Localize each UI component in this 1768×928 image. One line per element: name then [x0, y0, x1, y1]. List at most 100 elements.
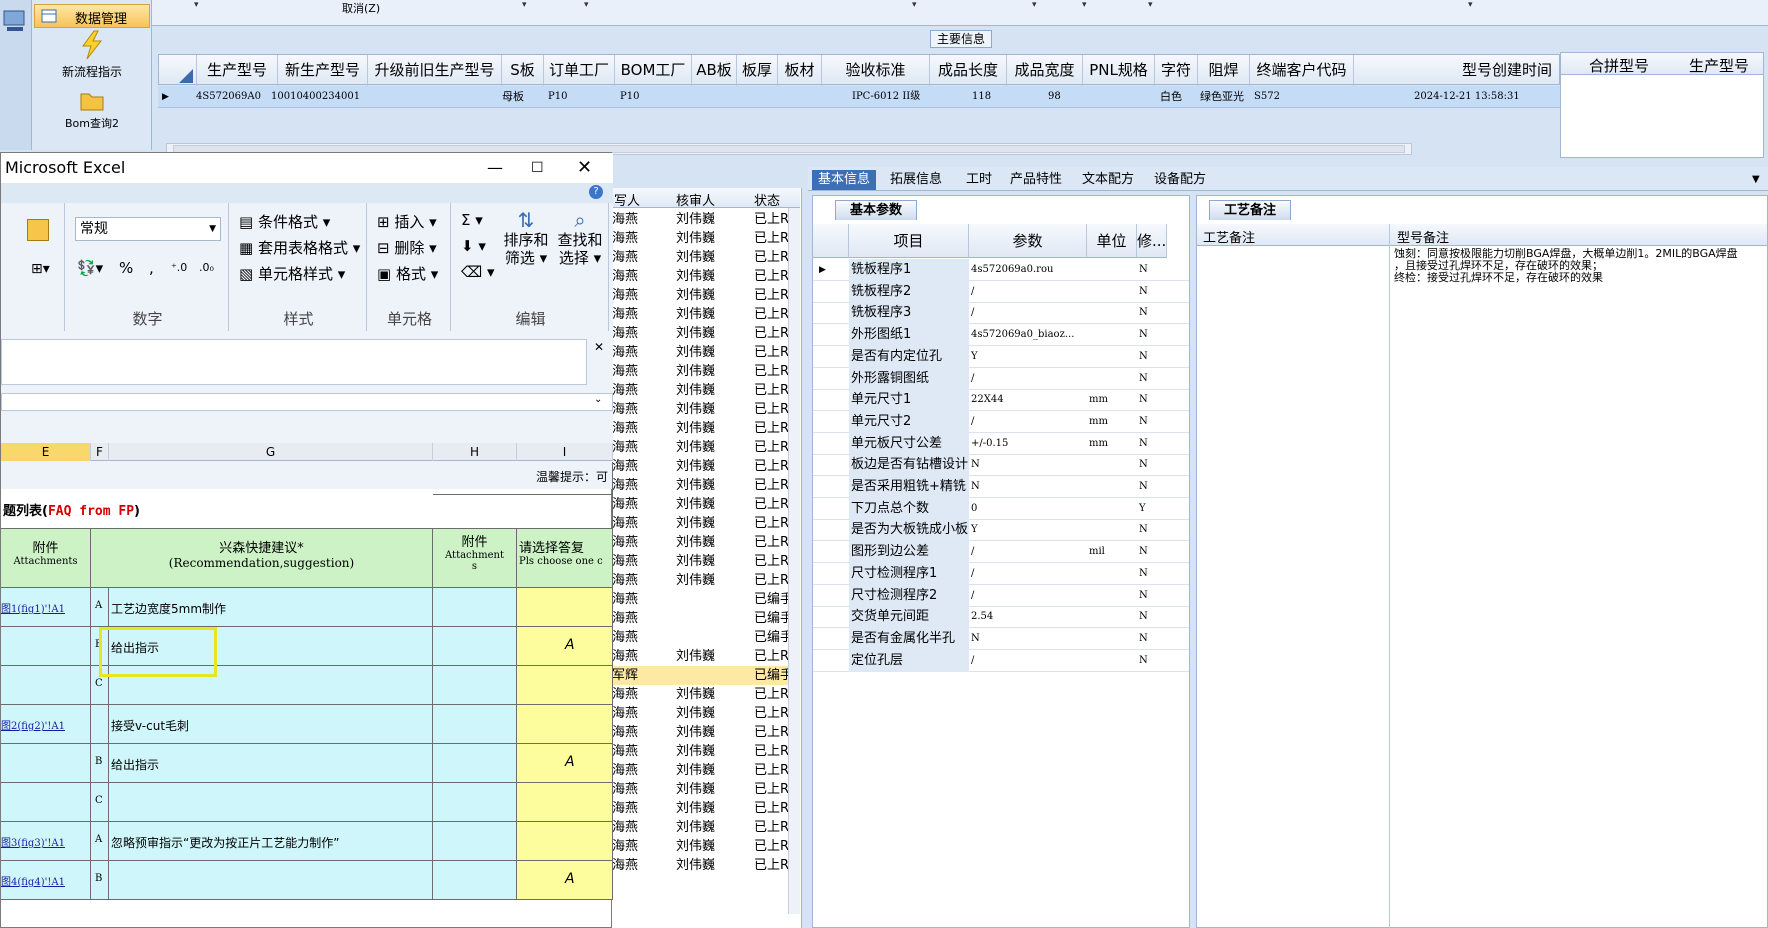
model-note-text[interactable]: 蚀刻：同意按极限能力切削BGA焊盘，大概单边削1。2MIL的BGA焊盘 ，且接受…	[1394, 248, 1764, 284]
conditional-format-button[interactable]: ▤ 条件格式 ▾	[239, 211, 330, 232]
param-item[interactable]: 单元尺寸1	[849, 389, 969, 412]
param-row[interactable]: 尺寸检测程序1/ N	[813, 562, 1189, 585]
params-col-value[interactable]: 参数	[969, 224, 1087, 258]
header-attach[interactable]: 附件 Attachments	[1, 529, 91, 588]
params-col-unit[interactable]: 单位	[1087, 224, 1137, 258]
param-value[interactable]: 2.54	[969, 606, 1087, 628]
list-item[interactable]: 海燕 刘伟巍 已上R	[612, 647, 790, 666]
list-item[interactable]: 海燕 刘伟巍 已上R	[612, 742, 790, 761]
list-item[interactable]: 海燕 刘伟巍 已上R	[612, 552, 790, 571]
dropdown-arrow-icon[interactable]: ▾	[194, 0, 199, 10]
list-item[interactable]: 海燕 刘伟巍 已上R	[612, 286, 790, 305]
nav-bom-query[interactable]: Bom查询2	[34, 88, 150, 138]
col-s-board[interactable]: S板	[502, 55, 544, 86]
fig-link[interactable]: 图3(fig3)'!A1	[1, 834, 65, 849]
list-item[interactable]: 海燕 刘伟巍 已上R	[612, 856, 790, 875]
params-col-item[interactable]: 项目	[849, 224, 969, 258]
cell-new-model[interactable]: 10010400234001	[271, 86, 360, 108]
cell-style-button[interactable]: ▧ 单元格样式 ▾	[239, 263, 345, 284]
col-bom-factory[interactable]: BOM工厂	[615, 55, 692, 86]
list-col-status[interactable]: 状态	[754, 190, 780, 209]
param-item[interactable]: 单元板尺寸公差	[849, 432, 969, 455]
param-value[interactable]: /	[969, 368, 1087, 390]
list-item[interactable]: 海燕 刘伟巍 已上R	[612, 381, 790, 400]
param-item[interactable]: 外形图纸1	[849, 324, 969, 347]
col-order-factory[interactable]: 订单工厂	[544, 55, 615, 86]
attach2-cell[interactable]	[433, 822, 517, 861]
param-item[interactable]: 图形到边公差	[849, 541, 969, 564]
param-item[interactable]: 是否有金属化半孔	[849, 627, 969, 650]
dropdown-arrow-icon[interactable]: ▾	[1468, 0, 1473, 10]
subtab-basic-params[interactable]: 基本参数	[835, 200, 918, 220]
param-unit[interactable]	[1087, 519, 1137, 541]
list-item[interactable]: 海燕 刘伟巍 已上R	[612, 400, 790, 419]
close-icon[interactable]: ✕	[577, 153, 592, 183]
fig-link[interactable]: 图4(fig4)'!A1	[1, 873, 65, 888]
param-value[interactable]: /	[969, 302, 1087, 324]
list-item[interactable]: 海燕 刘伟巍 已上R	[612, 305, 790, 324]
param-item[interactable]: 是否有内定位孔	[849, 345, 969, 368]
param-value[interactable]: N	[969, 454, 1087, 476]
param-item[interactable]: 铣板程序1	[849, 259, 969, 281]
list-item[interactable]: 海燕 刘伟巍 已上R	[612, 419, 790, 438]
tab-extend-info[interactable]: 拓展信息	[884, 170, 948, 190]
list-item[interactable]: 海燕 刘伟巍 已上R	[612, 685, 790, 704]
param-mod[interactable]: N	[1137, 541, 1167, 563]
list-item[interactable]: 海燕 已编手	[612, 628, 790, 647]
param-value[interactable]: Y	[969, 519, 1087, 541]
param-unit[interactable]: mm	[1087, 411, 1137, 433]
cancel-button[interactable]: 取消(Z)	[342, 0, 380, 16]
sheet-title[interactable]: 题列表(FAQ from FP)	[1, 495, 613, 529]
param-row[interactable]: 下刀点总个数 0 Y	[813, 497, 1189, 520]
list-item[interactable]: 海燕 刘伟巍 已上R	[612, 476, 790, 495]
param-mod[interactable]: N	[1137, 628, 1167, 650]
param-row[interactable]: 单元板尺寸公差 +/-0.15 mm N	[813, 432, 1189, 455]
nav-data-mgmt[interactable]: 数据管理	[34, 4, 150, 28]
currency-icon[interactable]: 💱▾	[77, 259, 103, 277]
col-old-model[interactable]: 升级前旧生产型号	[368, 55, 502, 86]
vertical-scrollbar[interactable]	[788, 208, 800, 914]
param-row[interactable]: 板边是否有钻槽设计 N N	[813, 454, 1189, 477]
col-ab-board[interactable]: AB板	[692, 55, 737, 86]
param-item[interactable]: 铣板程序2	[849, 280, 969, 303]
answer-cell[interactable]	[517, 666, 613, 705]
close-formula-icon[interactable]: ✕	[594, 340, 604, 354]
col-prod-model[interactable]: 生产型号	[197, 55, 278, 86]
dropdown-arrow-icon[interactable]: ▾	[1082, 0, 1087, 10]
list-item[interactable]: 海燕 刘伟巍 已上R	[612, 495, 790, 514]
cell-s-board[interactable]: 母板	[502, 86, 524, 108]
subtab-process-notes[interactable]: 工艺备注	[1209, 200, 1292, 220]
cell-length[interactable]: 118	[972, 86, 991, 108]
recommend-cell[interactable]	[109, 783, 433, 822]
dropdown-arrow-icon[interactable]: ▾	[912, 0, 917, 10]
cell-order-factory[interactable]: P10	[548, 86, 567, 108]
attach2-cell[interactable]	[433, 861, 517, 900]
col-client[interactable]: 终端客户代码	[1250, 55, 1354, 86]
cell-created[interactable]: 2024-12-21 13:58:31	[1414, 86, 1520, 108]
param-mod[interactable]: N	[1137, 259, 1167, 281]
param-unit[interactable]: mm	[1087, 433, 1137, 455]
attach-cell[interactable]	[1, 627, 91, 666]
col-length[interactable]: 成品长度	[930, 55, 1007, 86]
list-item[interactable]: 海燕 刘伟巍 已上R	[612, 248, 790, 267]
param-mod[interactable]: N	[1137, 368, 1167, 390]
param-unit[interactable]	[1087, 281, 1137, 303]
clear-icon[interactable]: ⌫ ▾	[461, 263, 495, 281]
list-item[interactable]: 海燕 刘伟巍 已上R	[612, 457, 790, 476]
letter-cell[interactable]: C	[91, 783, 109, 822]
attach2-cell[interactable]	[433, 783, 517, 822]
param-mod[interactable]: N	[1137, 411, 1167, 433]
param-row[interactable]: 交货单元间距 2.54 N	[813, 606, 1189, 629]
param-unit[interactable]	[1087, 585, 1137, 607]
answer-cell[interactable]: A	[517, 744, 613, 783]
list-item[interactable]: 海燕 刘伟巍 已上R	[612, 761, 790, 780]
col-standard[interactable]: 验收标准	[822, 55, 930, 86]
param-unit[interactable]: mil	[1087, 541, 1137, 563]
recommend-cell[interactable]: 工艺边宽度5mm制作	[109, 588, 433, 627]
cell-prod-model[interactable]: 4S572069A0	[196, 86, 261, 108]
list-item[interactable]: 海燕 刘伟巍 已上R	[612, 533, 790, 552]
tab-product-feature[interactable]: 产品特性	[1004, 170, 1068, 190]
param-value[interactable]: Y	[969, 346, 1087, 368]
param-unit[interactable]: mm	[1087, 389, 1137, 411]
param-unit[interactable]	[1087, 346, 1137, 368]
